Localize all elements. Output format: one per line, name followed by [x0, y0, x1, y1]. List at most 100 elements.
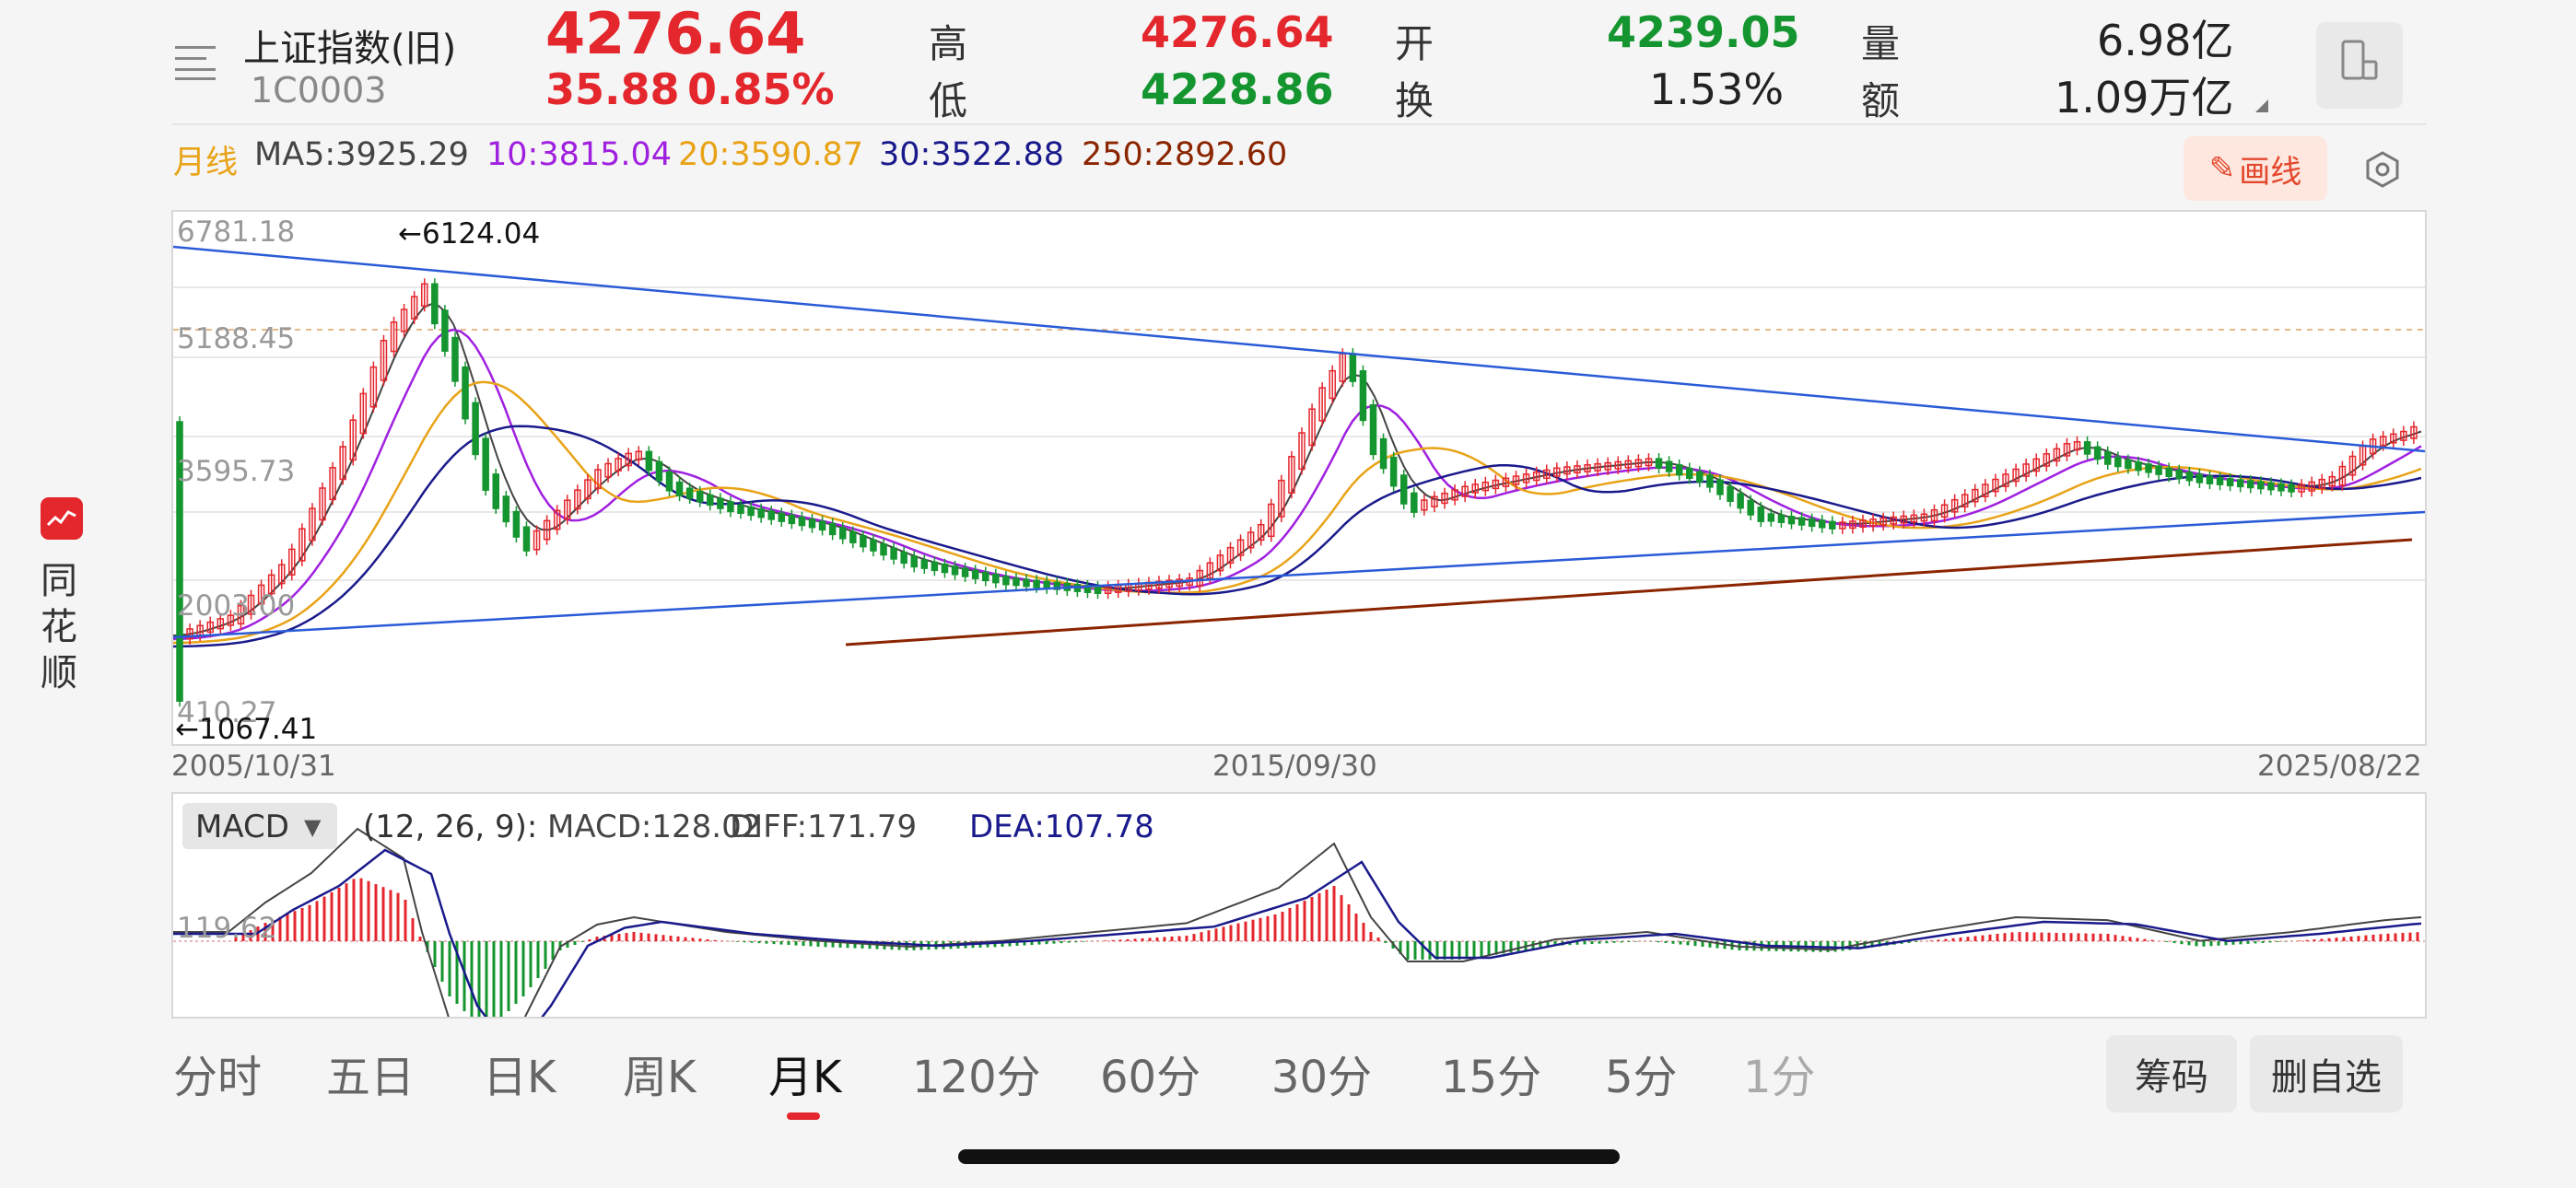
header-divider: [171, 123, 2427, 125]
candle-body: [920, 559, 929, 569]
tab-120min[interactable]: 120分: [912, 1041, 1041, 1105]
tab-15min[interactable]: 15分: [1441, 1041, 1541, 1105]
candle-body: [2165, 467, 2172, 478]
low-value: 4228.86: [1141, 64, 1334, 114]
candle-body: [1675, 464, 1683, 476]
candle-body: [1369, 403, 1377, 456]
candle-body: [971, 569, 979, 579]
tab-30min[interactable]: 30分: [1271, 1041, 1372, 1105]
remove-watchlist-button[interactable]: 删自选: [2250, 1035, 2403, 1112]
candle-body: [717, 497, 724, 509]
candle-body: [828, 522, 837, 536]
device-switch-button[interactable]: [2316, 22, 2403, 109]
y-label-top: 6781.18: [177, 215, 296, 249]
amount-label: 额: [1861, 78, 1901, 123]
candle-body: [1686, 467, 1693, 480]
tab-five-day[interactable]: 五日: [326, 1041, 415, 1105]
tab-daily-k[interactable]: 日K: [483, 1041, 556, 1105]
candle-body: [1379, 437, 1388, 470]
candle-body: [1411, 492, 1418, 513]
candle-body: [1818, 519, 1826, 529]
candle-body: [747, 506, 755, 517]
candle-body: [1787, 516, 1796, 525]
candle-body: [992, 574, 1000, 584]
candle-body: [1767, 513, 1775, 522]
candle-body: [441, 309, 449, 352]
candle-body: [818, 520, 826, 531]
dea-value: DEA:107.78: [969, 809, 1154, 845]
amount-value: 1.09万亿: [2055, 73, 2234, 122]
draw-line-button[interactable]: ✎ 画线: [2184, 136, 2327, 201]
candle-body: [767, 510, 775, 520]
menu-icon[interactable]: [175, 44, 219, 81]
candle-body: [2288, 483, 2295, 493]
tab-monthly-k[interactable]: 月K: [768, 1041, 841, 1105]
candle-body: [2083, 441, 2091, 455]
x-label-start: 2005/10/31: [171, 750, 336, 783]
tab-intraday[interactable]: 分时: [173, 1041, 262, 1105]
candle-body: [431, 283, 439, 325]
candle-body: [931, 561, 939, 572]
candle-body: [1389, 456, 1398, 487]
candle-body: [685, 487, 694, 499]
candle-body: [2226, 478, 2234, 487]
candle-body: [1002, 576, 1010, 586]
candle-body: [838, 527, 847, 540]
candle-body: [849, 530, 857, 543]
candle-body: [1349, 353, 1357, 382]
candle-body: [2257, 481, 2265, 490]
candle-body: [1747, 499, 1754, 516]
low-label: 低: [929, 78, 968, 123]
kline-chart[interactable]: [171, 210, 2427, 746]
tab-weekly-k[interactable]: 周K: [623, 1041, 696, 1105]
candle-body: [707, 494, 714, 507]
tab-1min[interactable]: 1分: [1743, 1041, 1816, 1105]
ma30-value: 30:3522.88: [879, 136, 1065, 173]
turnover-label: 换: [1395, 78, 1434, 123]
tab-5min[interactable]: 5分: [1605, 1041, 1678, 1105]
stock-code: 1C0003: [251, 70, 387, 111]
chips-label: 筹码: [2135, 1056, 2208, 1099]
candle-body: [880, 543, 887, 556]
candle-body: [1033, 579, 1040, 588]
candle-body: [1716, 479, 1724, 495]
ma5-value: MA5:3925.29: [254, 136, 469, 173]
candle-body: [2247, 480, 2254, 489]
candle-body: [522, 526, 531, 552]
candle-body: [1757, 507, 1765, 522]
candle-body: [910, 555, 918, 568]
ma20-value: 20:3590.87: [678, 136, 864, 173]
candle-body: [1737, 493, 1744, 509]
diff-value: DIFF:171.79: [730, 809, 918, 845]
resistance-trendline: [172, 245, 2426, 453]
remove-watchlist-label: 删自选: [2271, 1056, 2382, 1099]
tab-60min[interactable]: 60分: [1100, 1041, 1200, 1105]
candle-body: [1727, 485, 1734, 502]
candle-body: [727, 501, 734, 513]
ma5-line: [172, 303, 2422, 636]
y-label-3: 3595.73: [177, 455, 296, 488]
candle-body: [1665, 460, 1673, 472]
candle-body: [788, 514, 796, 525]
high-value: 4276.64: [1141, 7, 1334, 57]
candle-body: [1706, 474, 1714, 488]
candle-body: [1094, 586, 1102, 594]
price-change: 35.88: [545, 64, 680, 114]
candle-body: [2267, 482, 2275, 491]
candle-body: [1808, 518, 1816, 528]
high-annotation: ←6124.04: [398, 217, 541, 250]
candle-body: [981, 571, 989, 582]
candle-body: [472, 402, 479, 456]
candle-body: [798, 516, 806, 527]
active-tab-indicator: [787, 1112, 820, 1120]
candle-body: [737, 504, 744, 515]
macd-params: (12, 26, 9):: [363, 809, 538, 845]
settings-icon[interactable]: [2362, 149, 2403, 190]
candle-body: [1359, 370, 1367, 422]
open-label: 开: [1395, 21, 1434, 66]
candle-body: [1013, 577, 1020, 587]
candle-body: [1399, 474, 1408, 505]
candle-body: [1043, 580, 1050, 589]
chips-button[interactable]: 筹码: [2106, 1035, 2237, 1112]
expand-corner-icon[interactable]: [2255, 99, 2268, 112]
